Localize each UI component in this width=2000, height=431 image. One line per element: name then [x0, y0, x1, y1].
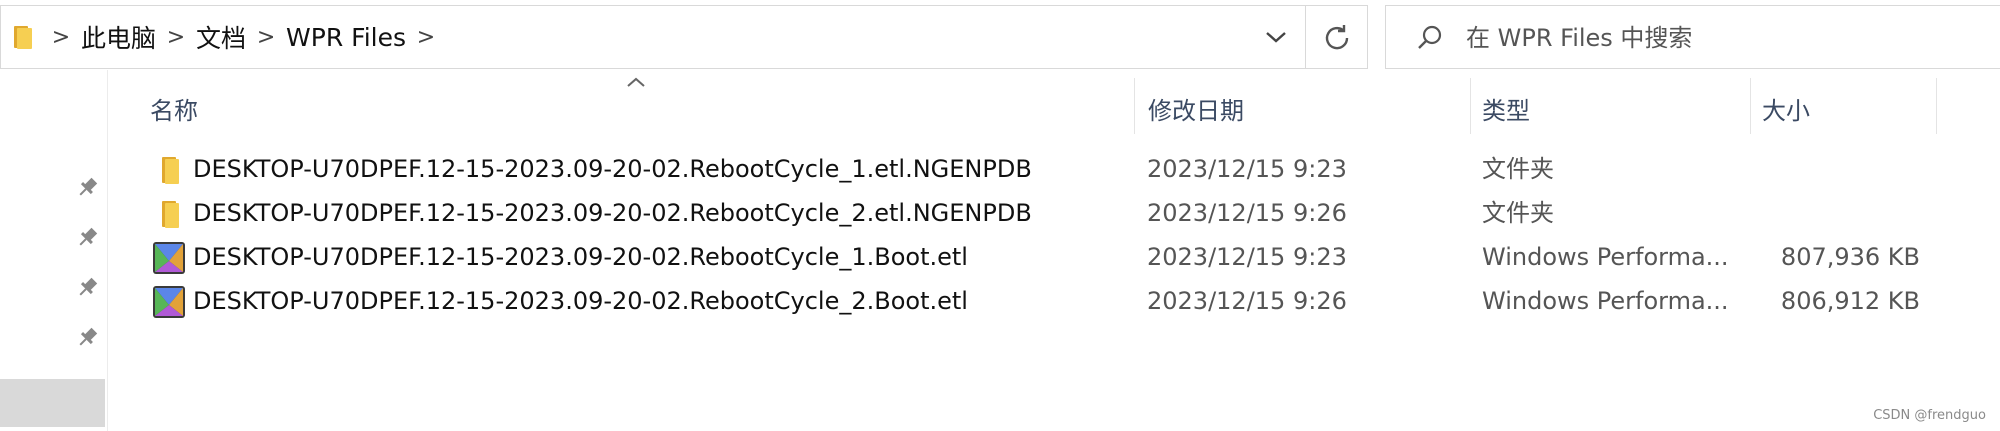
- navigation-pane: [0, 70, 108, 431]
- column-divider[interactable]: [1936, 78, 1937, 134]
- file-size: 807,936 KB: [1780, 243, 1920, 271]
- folder-icon: [14, 26, 32, 49]
- search-icon: [1418, 25, 1442, 49]
- file-name: DESKTOP-U70DPEF.12-15-2023.09-20-02.Rebo…: [193, 243, 968, 271]
- search-box[interactable]: [1385, 5, 2000, 69]
- list-item[interactable]: DESKTOP-U70DPEF.12-15-2023.09-20-02.Rebo…: [140, 235, 1940, 279]
- file-type: 文件夹: [1482, 155, 1554, 183]
- file-name: DESKTOP-U70DPEF.12-15-2023.09-20-02.Rebo…: [193, 199, 1032, 227]
- file-date: 2023/12/15 9:23: [1147, 155, 1347, 183]
- address-bar[interactable]: > 此电脑 > 文档 > WPR Files >: [0, 5, 1368, 69]
- breadcrumb-separator[interactable]: >: [412, 25, 440, 50]
- breadcrumb-separator[interactable]: >: [47, 25, 75, 50]
- breadcrumb-separator[interactable]: >: [252, 25, 280, 50]
- file-name: DESKTOP-U70DPEF.12-15-2023.09-20-02.Rebo…: [193, 155, 1032, 183]
- refresh-icon: [1325, 25, 1348, 50]
- column-divider[interactable]: [1750, 78, 1751, 134]
- breadcrumb-item-wpr-files[interactable]: WPR Files: [280, 23, 412, 52]
- pin-icon[interactable]: [76, 225, 100, 249]
- chevron-down-icon: [1266, 32, 1286, 43]
- breadcrumb: > 此电脑 > 文档 > WPR Files >: [47, 6, 440, 68]
- file-date: 2023/12/15 9:26: [1147, 287, 1347, 315]
- etl-file-icon: [153, 242, 185, 274]
- file-size: 806,912 KB: [1780, 287, 1920, 315]
- search-input[interactable]: [1466, 18, 1986, 58]
- file-size: [1620, 147, 1920, 191]
- column-header-name[interactable]: 名称: [150, 80, 198, 136]
- breadcrumb-item-documents[interactable]: 文档: [190, 19, 252, 55]
- pin-icon[interactable]: [76, 325, 100, 349]
- column-divider[interactable]: [1470, 78, 1471, 134]
- file-size: [1620, 191, 1920, 235]
- folder-icon: [162, 201, 179, 228]
- file-type: 文件夹: [1482, 199, 1554, 227]
- refresh-button[interactable]: [1305, 6, 1367, 68]
- nav-selected-item[interactable]: [0, 379, 105, 427]
- sort-ascending-icon: [627, 77, 645, 87]
- etl-file-icon: [153, 286, 185, 318]
- list-item[interactable]: DESKTOP-U70DPEF.12-15-2023.09-20-02.Rebo…: [140, 147, 1940, 191]
- pin-icon[interactable]: [76, 175, 100, 199]
- file-date: 2023/12/15 9:23: [1147, 243, 1347, 271]
- list-item[interactable]: DESKTOP-U70DPEF.12-15-2023.09-20-02.Rebo…: [140, 279, 1940, 323]
- address-history-dropdown[interactable]: [1247, 6, 1305, 68]
- folder-icon: [162, 157, 179, 184]
- column-divider[interactable]: [1134, 78, 1135, 134]
- list-item[interactable]: DESKTOP-U70DPEF.12-15-2023.09-20-02.Rebo…: [140, 191, 1940, 235]
- breadcrumb-separator[interactable]: >: [162, 25, 190, 50]
- pin-icon[interactable]: [76, 275, 100, 299]
- file-date: 2023/12/15 9:26: [1147, 199, 1347, 227]
- column-header-size[interactable]: 大小: [1762, 80, 1810, 136]
- column-header-type[interactable]: 类型: [1482, 80, 1530, 136]
- watermark: CSDN @frendguo: [1873, 408, 1986, 423]
- file-name: DESKTOP-U70DPEF.12-15-2023.09-20-02.Rebo…: [193, 287, 968, 315]
- file-explorer-window: > 此电脑 > 文档 > WPR Files > 在 WPR Files 中搜索…: [0, 0, 2000, 431]
- breadcrumb-item-this-pc[interactable]: 此电脑: [75, 19, 162, 55]
- column-header-date[interactable]: 修改日期: [1148, 80, 1244, 136]
